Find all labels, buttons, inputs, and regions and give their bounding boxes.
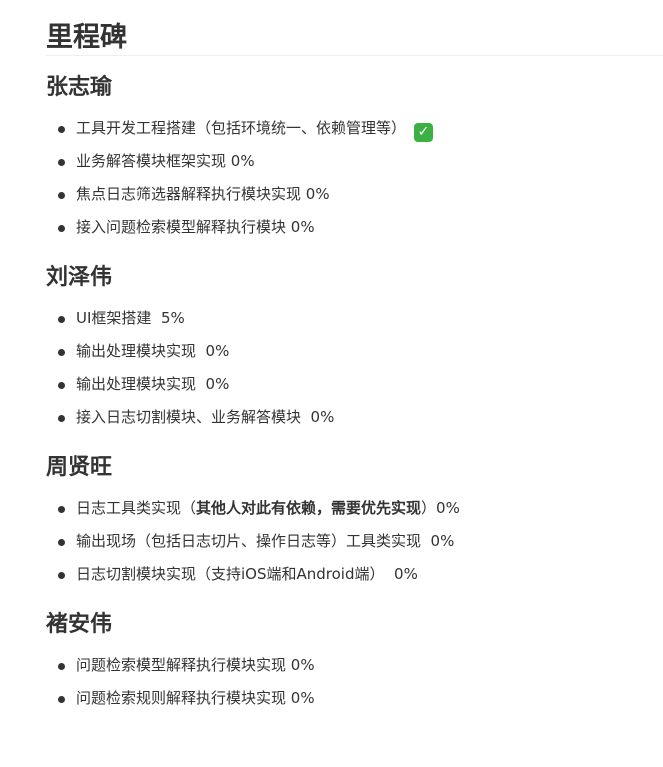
bullet-icon <box>58 225 65 232</box>
list-item: 日志切割模块实现（支持iOS端和Android端） 0% <box>46 558 663 591</box>
list-item-text: 焦点日志筛选器解释执行模块实现 0% <box>76 185 330 203</box>
section-heading: 张志瑜 <box>46 75 113 100</box>
bullet-icon <box>58 159 65 166</box>
task-list: 工具开发工程搭建（包括环境统一、依赖管理等） ✓ 业务解答模块框架实现 0% 焦点… <box>46 112 663 244</box>
list-item-text: 日志切割模块实现（支持iOS端和Android端） 0% <box>76 565 418 583</box>
list-item-text: 问题检索规则解释执行模块实现 0% <box>76 689 315 707</box>
section-zhangzhiyu: 张志瑜 工具开发工程搭建（包括环境统一、依赖管理等） ✓ 业务解答模块框架实现 0… <box>46 72 663 244</box>
list-item: 问题检索模型解释执行模块实现 0% <box>46 649 663 682</box>
list-item: UI框架搭建 5% <box>46 302 663 335</box>
list-item: 接入日志切割模块、业务解答模块 0% <box>46 401 663 434</box>
list-item-text: 输出现场（包括日志切片、操作日志等）工具类实现 0% <box>76 532 455 550</box>
bullet-icon <box>58 663 65 670</box>
check-mark-icon: ✓ <box>414 123 434 142</box>
document: 里程碑 张志瑜 工具开发工程搭建（包括环境统一、依赖管理等） ✓ 业务解答模块框架… <box>46 14 663 715</box>
task-list: 日志工具类实现（其他人对此有依赖，需要优先实现）0% 输出现场（包括日志切片、操… <box>46 492 663 591</box>
bullet-icon <box>58 126 65 133</box>
bullet-icon <box>58 506 65 513</box>
list-item: 输出现场（包括日志切片、操作日志等）工具类实现 0% <box>46 525 663 558</box>
list-item-text: 输出处理模块实现 0% <box>76 342 230 360</box>
bullet-icon <box>58 192 65 199</box>
list-item: 接入问题检索模型解释执行模块 0% <box>46 211 663 244</box>
task-list: 问题检索模型解释执行模块实现 0% 问题检索规则解释执行模块实现 0% <box>46 649 663 715</box>
list-item-text: 接入问题检索模型解释执行模块 0% <box>76 218 315 236</box>
page-title: 里程碑 <box>46 14 663 56</box>
list-item: 日志工具类实现（其他人对此有依赖，需要优先实现）0% <box>46 492 663 525</box>
list-item-text: 问题检索模型解释执行模块实现 0% <box>76 656 315 674</box>
list-item: 输出处理模块实现 0% <box>46 368 663 401</box>
list-item: 问题检索规则解释执行模块实现 0% <box>46 682 663 715</box>
bullet-icon <box>58 572 65 579</box>
section-heading: 褚安伟 <box>46 612 113 637</box>
section-heading: 刘泽伟 <box>46 265 113 290</box>
list-item: 工具开发工程搭建（包括环境统一、依赖管理等） ✓ <box>46 112 663 145</box>
section-zhouxianwang: 周贤旺 日志工具类实现（其他人对此有依赖，需要优先实现）0% 输出现场（包括日志… <box>46 452 663 591</box>
list-item-text-pre: 日志工具类实现（ <box>76 499 197 517</box>
bullet-icon <box>58 316 65 323</box>
bullet-icon <box>58 696 65 703</box>
list-item-text: 输出处理模块实现 0% <box>76 375 230 393</box>
list-item-text: 接入日志切割模块、业务解答模块 0% <box>76 408 335 426</box>
bullet-icon <box>58 382 65 389</box>
list-item: 输出处理模块实现 0% <box>46 335 663 368</box>
list-item-text-bold: 其他人对此有依赖，需要优先实现 <box>196 499 422 517</box>
list-item-text-post: ）0% <box>421 499 460 517</box>
list-item-text: 业务解答模块框架实现 0% <box>76 152 255 170</box>
bullet-icon <box>58 349 65 356</box>
list-item-text: 工具开发工程搭建（包括环境统一、依赖管理等） <box>76 119 407 137</box>
list-item: 焦点日志筛选器解释执行模块实现 0% <box>46 178 663 211</box>
list-item: 业务解答模块框架实现 0% <box>46 145 663 178</box>
bullet-icon <box>58 415 65 422</box>
section-heading: 周贤旺 <box>46 455 113 480</box>
list-item-text: UI框架搭建 5% <box>76 309 185 327</box>
section-chuanwei: 褚安伟 问题检索模型解释执行模块实现 0% 问题检索规则解释执行模块实现 0% <box>46 609 663 715</box>
task-list: UI框架搭建 5% 输出处理模块实现 0% 输出处理模块实现 0% 接入日志切割… <box>46 302 663 434</box>
bullet-icon <box>58 539 65 546</box>
section-liuzewei: 刘泽伟 UI框架搭建 5% 输出处理模块实现 0% 输出处理模块实现 0% 接入… <box>46 262 663 434</box>
